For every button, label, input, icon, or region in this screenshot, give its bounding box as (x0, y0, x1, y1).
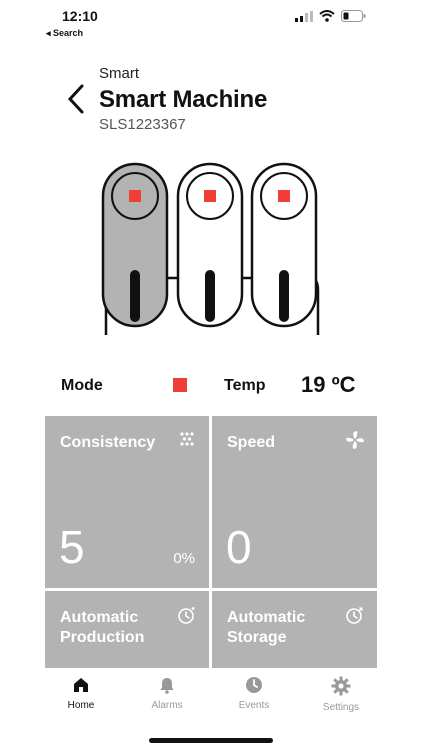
page-title: Smart Machine (99, 86, 268, 113)
automatic-production-line1: Automatic (60, 609, 139, 626)
bell-icon (160, 678, 174, 694)
mode-indicator[interactable] (173, 378, 187, 392)
back-chevron-icon[interactable] (62, 82, 90, 116)
consistency-value: 5 (59, 521, 85, 573)
temp-label: Temp (224, 377, 266, 394)
alarm-clock-icon (178, 607, 195, 624)
home-icon (74, 678, 88, 692)
speed-tile[interactable]: Speed 0 (212, 416, 377, 588)
mode-label: Mode (61, 377, 103, 394)
consistency-percent: 0% (173, 550, 195, 567)
automatic-production-tile[interactable]: Automatic Production (45, 591, 209, 670)
control-tiles: Consistency 5 0% Speed 0 Automatic Produ… (45, 416, 377, 670)
dispenser-2[interactable] (176, 162, 244, 328)
speed-value: 0 (226, 521, 252, 573)
tab-home-label: Home (67, 700, 95, 711)
automatic-storage-tile[interactable]: Automatic Storage (212, 591, 377, 670)
temp-value: 19 ºC (301, 372, 356, 397)
speed-title: Speed (227, 434, 276, 451)
fan-icon (346, 431, 364, 449)
tab-settings-label: Settings (322, 702, 360, 713)
tab-alarms-label: Alarms (151, 700, 183, 711)
consistency-title: Consistency (60, 434, 156, 451)
automatic-storage-line2: Storage (227, 629, 287, 646)
signal-icon (295, 10, 313, 22)
automatic-storage-title: Automatic Storage (227, 608, 305, 648)
status-icons (295, 10, 366, 22)
automatic-production-title: Automatic Production (60, 608, 144, 648)
header-pretitle: Smart (99, 65, 140, 82)
dispenser-3[interactable] (250, 162, 318, 328)
status-back-to-search[interactable]: ◂ Search (46, 28, 83, 39)
gear-icon (331, 676, 351, 696)
tab-home[interactable]: Home (46, 676, 116, 711)
tab-events[interactable]: Events (219, 676, 289, 711)
serial-number: SLS1223367 (99, 116, 186, 133)
status-time: 12:10 (62, 8, 98, 24)
alarm-clock-icon (346, 607, 363, 624)
tab-alarms[interactable]: Alarms (132, 676, 202, 711)
consistency-tile[interactable]: Consistency 5 0% (45, 416, 209, 588)
automatic-storage-line1: Automatic (227, 609, 306, 626)
wifi-icon (319, 10, 335, 22)
tab-settings[interactable]: Settings (306, 676, 376, 713)
dots-icon (180, 432, 194, 446)
tab-events-label: Events (238, 700, 270, 711)
clock-icon (246, 677, 262, 693)
battery-icon (341, 10, 366, 22)
machine-illustration (101, 162, 320, 335)
automatic-production-line2: Production (60, 629, 145, 646)
dispenser-1[interactable] (101, 162, 169, 328)
home-indicator (149, 738, 273, 743)
